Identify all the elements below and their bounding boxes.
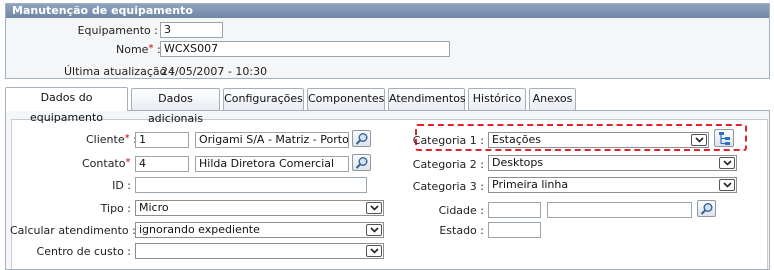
equipamento-field[interactable]: 3	[160, 22, 223, 38]
tab-dados-equipamento[interactable]: Dados do equipamento	[5, 87, 128, 124]
categoria3-select[interactable]: Primeira linha	[488, 177, 737, 193]
categoria2-value: Desktops	[492, 156, 544, 169]
calcular-atendimento-select[interactable]: ignorando expediente	[135, 222, 384, 238]
chevron-down-icon	[370, 227, 379, 233]
chevron-down-icon	[723, 182, 732, 188]
cliente-label: Cliente* :	[86, 133, 137, 146]
categoria2-dropdown-button[interactable]	[719, 157, 735, 169]
cliente-name-field[interactable]: Origami S/A - Matriz - Porto Aleg	[195, 132, 349, 148]
cidade-search-button[interactable]	[697, 200, 716, 217]
cidade-name-field[interactable]	[547, 202, 692, 218]
ultima-atualizacao-label: Última atualização :	[64, 65, 174, 78]
tipo-value: Micro	[139, 201, 169, 214]
cliente-code-field[interactable]: 1	[135, 132, 189, 148]
calcular-atendimento-label: Calcular atendimento :	[10, 224, 136, 237]
contato-name-field[interactable]: Hilda Diretora Comercial	[195, 156, 349, 172]
centro-de-custo-select[interactable]	[135, 243, 384, 259]
categoria3-label: Categoria 3 :	[412, 180, 484, 193]
nome-label: Nome* :	[116, 43, 161, 56]
calcular-atendimento-value: ignorando expediente	[139, 223, 260, 236]
id-field[interactable]	[135, 177, 367, 193]
equipamento-label: Equipamento :	[77, 24, 158, 37]
chevron-down-icon	[370, 248, 379, 254]
categoria1-dropdown-button[interactable]	[691, 134, 707, 146]
contato-code-field[interactable]: 4	[135, 156, 189, 172]
cidade-uf-field[interactable]	[488, 202, 541, 218]
tab-atendimentos[interactable]: Atendimentos	[388, 88, 466, 110]
categoria-tree-button[interactable]	[714, 129, 734, 147]
search-icon	[355, 157, 368, 169]
estado-label: Estado :	[439, 224, 484, 237]
chevron-down-icon	[695, 137, 704, 143]
contato-search-button[interactable]	[352, 154, 371, 171]
tab-componentes[interactable]: Componentes	[307, 88, 385, 110]
centro-de-custo-label: Centro de custo :	[36, 245, 131, 258]
id-label: ID :	[112, 179, 131, 192]
categoria1-value: Estações	[492, 133, 542, 146]
tab-dados-adicionais[interactable]: Dados adicionais	[131, 88, 220, 125]
contato-label: Contato* :	[82, 157, 138, 170]
centro-dropdown-button[interactable]	[366, 245, 382, 257]
search-icon	[700, 203, 713, 215]
nome-field[interactable]: WCXS007	[160, 41, 450, 57]
chevron-down-icon	[370, 205, 379, 211]
panel-title: Manutenção de equipamento	[6, 4, 769, 18]
categoria3-value: Primeira linha	[492, 178, 569, 191]
categoria1-select[interactable]: Estações	[488, 132, 709, 148]
search-icon	[355, 133, 368, 145]
categoria2-label: Categoria 2 :	[412, 158, 484, 171]
categoria1-label: Categoria 1 :	[412, 134, 484, 147]
calcular-dropdown-button[interactable]	[366, 224, 382, 236]
cliente-search-button[interactable]	[352, 130, 371, 147]
categoria3-dropdown-button[interactable]	[719, 179, 735, 191]
ultima-atualizacao-value: 24/05/2007 - 10:30	[161, 65, 268, 78]
tree-hierarchy-icon	[719, 132, 730, 145]
tab-configuracoes[interactable]: Configurações	[223, 88, 304, 110]
tipo-select[interactable]: Micro	[135, 200, 384, 216]
tab-historico[interactable]: Histórico	[468, 88, 526, 110]
tipo-label: Tipo :	[100, 202, 131, 215]
estado-field[interactable]	[488, 222, 541, 238]
categoria2-select[interactable]: Desktops	[488, 155, 737, 171]
tab-anexos[interactable]: Anexos	[529, 88, 576, 110]
tipo-dropdown-button[interactable]	[366, 202, 382, 214]
cidade-label: Cidade :	[438, 204, 484, 217]
chevron-down-icon	[723, 160, 732, 166]
